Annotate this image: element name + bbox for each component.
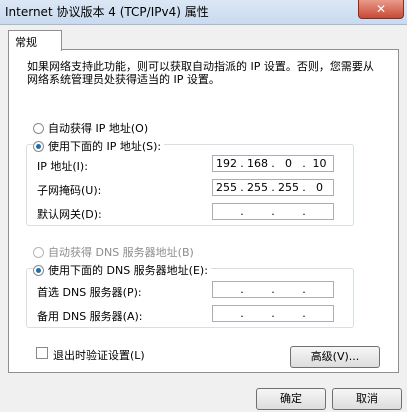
ip-octet-4: 10 [312, 157, 327, 170]
cancel-button[interactable]: 取消 [332, 388, 402, 410]
ip-auto-option[interactable]: 自动获得 IP 地址(O) [33, 120, 148, 136]
preferred-dns-input[interactable]: . . . [212, 281, 334, 298]
ip-octet-3: 0 [285, 157, 292, 170]
subnet-octet-1: 255 [216, 181, 237, 194]
alternate-dns-label: 备用 DNS 服务器(A): [37, 310, 143, 323]
preferred-dns-label: 首选 DNS 服务器(P): [37, 286, 142, 299]
tab-general-label: 常规 [15, 36, 37, 49]
gateway-input[interactable]: . . . [212, 203, 334, 220]
ip-manual-radio[interactable] [33, 140, 44, 152]
validate-label: 退出时验证设置(L) [53, 349, 145, 362]
ip-manual-option[interactable]: 使用下面的 IP 地址(S): [33, 138, 165, 154]
alternate-dns-input[interactable]: . . . [212, 305, 334, 322]
close-icon: ✕ [375, 2, 387, 16]
ip-octet-2: 168 [247, 157, 268, 170]
title-bar: Internet 协议版本 4 (TCP/IPv4) 属性 ✕ [0, 0, 407, 25]
subnet-input[interactable]: 255. 255. 255. 0 [212, 179, 334, 196]
dns-manual-label: 使用下面的 DNS 服务器地址(E): [48, 264, 208, 277]
tab-general[interactable]: 常规 [8, 30, 62, 51]
advanced-button[interactable]: 高级(V)... [290, 346, 380, 368]
ok-button[interactable]: 确定 [256, 388, 326, 410]
subnet-octet-3: 255 [278, 181, 299, 194]
close-button[interactable]: ✕ [358, 0, 404, 19]
window-title: Internet 协议版本 4 (TCP/IPv4) 属性 [5, 5, 209, 19]
ip-auto-radio[interactable] [33, 122, 44, 134]
ip-manual-label: 使用下面的 IP 地址(S): [48, 140, 162, 153]
subnet-octet-4: 0 [316, 181, 323, 194]
ip-auto-label: 自动获得 IP 地址(O) [48, 122, 149, 135]
ip-address-input[interactable]: 192. 168. 0. 10 [212, 155, 334, 172]
description-text: 如果网络支持此功能，则可以获取自动指派的 IP 设置。否则，您需要从网络系统管理… [27, 60, 374, 86]
validate-checkbox[interactable] [36, 347, 48, 359]
subnet-octet-2: 255 [247, 181, 268, 194]
subnet-label: 子网掩码(U): [37, 184, 102, 197]
ip-address-label: IP 地址(I): [37, 160, 88, 173]
dns-auto-option[interactable]: 自动获得 DNS 服务器地址(B) [33, 244, 194, 260]
gateway-label: 默认网关(D): [37, 208, 102, 221]
dns-manual-radio[interactable] [33, 264, 44, 276]
dns-auto-label: 自动获得 DNS 服务器地址(B) [48, 246, 194, 259]
ip-octet-1: 192 [216, 157, 237, 170]
dns-manual-option[interactable]: 使用下面的 DNS 服务器地址(E): [33, 262, 211, 278]
dns-auto-radio[interactable] [33, 246, 44, 258]
